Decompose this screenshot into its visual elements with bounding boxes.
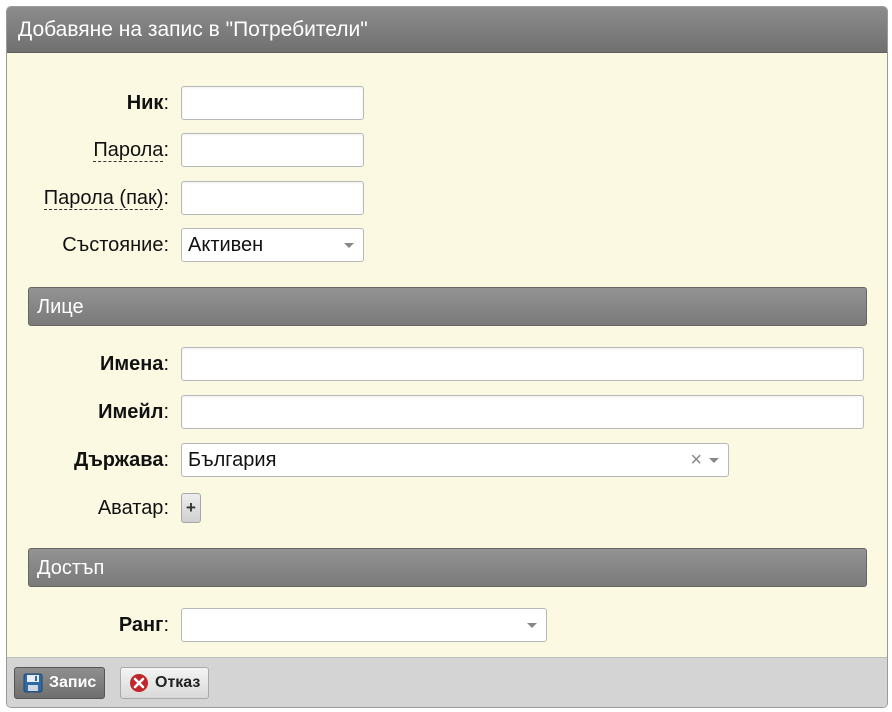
chevron-down-icon [709, 458, 719, 463]
country-select[interactable]: България × [181, 443, 729, 477]
dialog-title: Добавяне на запис в "Потребители" [7, 7, 887, 53]
row-rank: Ранг: [7, 608, 567, 642]
country-select-value: България [188, 449, 277, 471]
avatar-label: Аватар [97, 497, 164, 519]
row-state: Състояние: Активен [7, 228, 367, 262]
state-select-value: Активен [188, 234, 264, 256]
rank-select[interactable] [181, 608, 547, 642]
nick-input[interactable] [181, 86, 364, 120]
names-input[interactable] [181, 347, 864, 381]
row-avatar: Аватар: + [7, 491, 367, 525]
names-label: Имена [99, 353, 164, 375]
country-label: Държава [73, 449, 164, 471]
cancel-x-icon [130, 674, 148, 692]
row-password-again: Парола (пак): [7, 181, 367, 215]
form-body: Ник: Парола: Парола (пак): Състояние: Ак… [7, 53, 887, 657]
section-person-header: Лице [28, 287, 867, 326]
row-email: Имейл: [7, 395, 867, 429]
state-select[interactable]: Активен [181, 228, 364, 262]
clear-icon[interactable]: × [690, 444, 702, 476]
password-label: Парола [93, 139, 164, 162]
state-label: Състояние [62, 234, 164, 256]
row-password: Парола: [7, 133, 367, 167]
row-country: Държава: България × [7, 443, 737, 477]
dialog-footer: Запис Отказ [7, 657, 887, 707]
password-input[interactable] [181, 133, 364, 167]
cancel-button[interactable]: Отказ [120, 667, 209, 699]
password-again-label: Парола (пак) [43, 187, 164, 210]
password-again-input[interactable] [181, 181, 364, 215]
add-record-dialog: Добавяне на запис в "Потребители" Ник: П… [6, 6, 888, 708]
section-access-header: Достъп [28, 548, 867, 587]
row-names: Имена: [7, 347, 867, 381]
row-nick: Ник: [7, 86, 367, 120]
floppy-disk-icon [23, 673, 43, 693]
email-input[interactable] [181, 395, 864, 429]
save-button[interactable]: Запис [14, 667, 105, 699]
chevron-down-icon [344, 243, 354, 248]
email-label: Имейл [98, 401, 164, 423]
cancel-button-label: Отказ [155, 674, 201, 691]
save-button-label: Запис [49, 674, 97, 691]
rank-label: Ранг [118, 614, 164, 636]
nick-label: Ник [126, 92, 164, 114]
add-avatar-button[interactable]: + [181, 493, 201, 523]
chevron-down-icon [527, 623, 537, 628]
